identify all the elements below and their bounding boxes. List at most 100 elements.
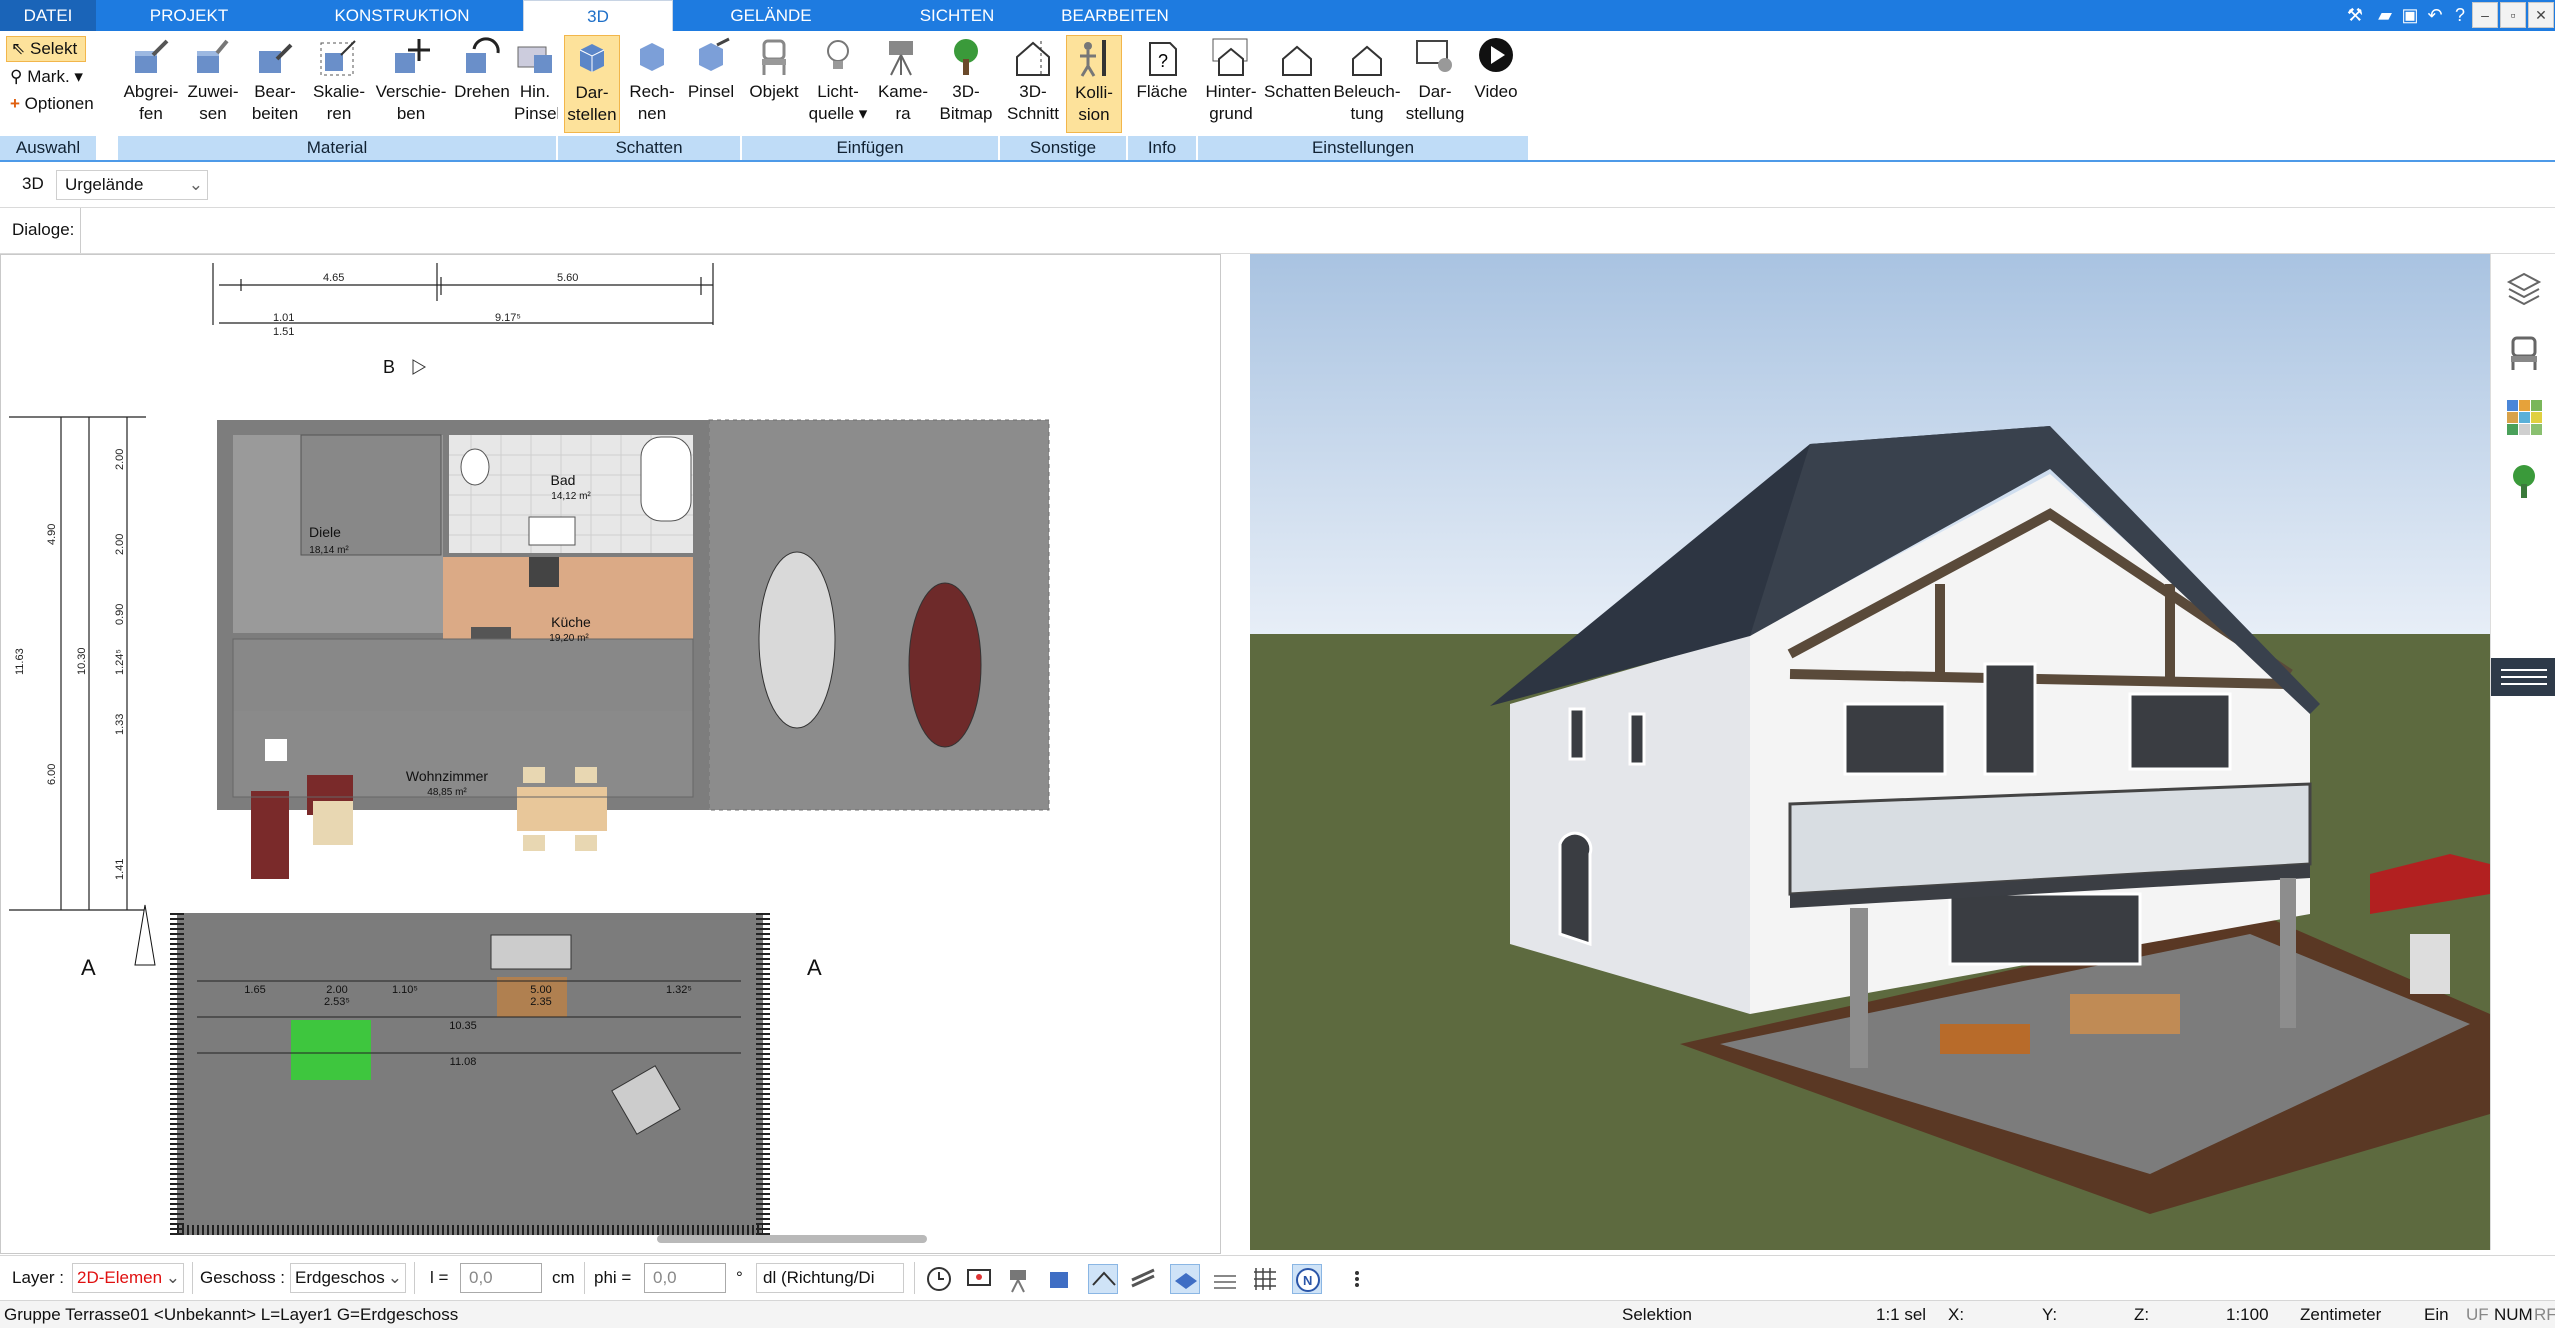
select-label: Selekt bbox=[29, 39, 78, 58]
dim-top-3: 9.17⁵ bbox=[495, 312, 521, 324]
divider bbox=[192, 1262, 193, 1294]
svg-text:N: N bbox=[1303, 1273, 1312, 1288]
wall-view-icon[interactable] bbox=[1088, 1264, 1118, 1294]
status-mode: Selektion bbox=[1622, 1305, 1692, 1324]
area-button[interactable]: ? Fläche bbox=[1132, 35, 1192, 133]
select-button[interactable]: ⇖ Selekt bbox=[6, 36, 86, 62]
play-icon bbox=[1479, 38, 1513, 72]
monitor-icon[interactable] bbox=[964, 1264, 994, 1294]
phi-input[interactable]: 0,0 bbox=[644, 1263, 726, 1293]
options-button[interactable]: + Optionen bbox=[10, 94, 94, 114]
chevron-down-icon: ⌄ bbox=[188, 175, 203, 194]
chevron-down-icon: ⌄ bbox=[387, 1268, 402, 1287]
minimize-button[interactable]: – bbox=[2472, 2, 2498, 28]
tab-gelaende[interactable]: GELÄNDE bbox=[673, 0, 869, 31]
undo-icon[interactable]: ↶ bbox=[2423, 3, 2447, 27]
material-assign-label: Zuwei- sen bbox=[187, 82, 239, 123]
panel-menu-button[interactable] bbox=[2491, 658, 2555, 696]
garden-table bbox=[1940, 1024, 2030, 1054]
tools-icon[interactable]: ⚒ bbox=[2343, 3, 2367, 27]
tab-sichten[interactable]: SICHTEN bbox=[869, 0, 1045, 31]
texture-icon[interactable] bbox=[1210, 1264, 1240, 1294]
hatching-icon[interactable] bbox=[1128, 1264, 1158, 1294]
dialogs-label: Dialoge: bbox=[12, 220, 75, 239]
section-mark-b[interactable]: B bbox=[383, 357, 395, 377]
section-b-arrow-icon bbox=[412, 359, 426, 375]
collision-button[interactable]: Kolli- sion bbox=[1066, 35, 1122, 133]
dim-terrace-5: 5.00 bbox=[530, 984, 551, 996]
ribbon-tab-bar: DATEI PROJEKT KONSTRUKTION 3D GELÄNDE SI… bbox=[0, 0, 2555, 31]
section-3d-button[interactable]: 3D- Schnitt bbox=[1004, 35, 1062, 133]
options-label: Optionen bbox=[24, 94, 94, 113]
section-mark-a-left[interactable]: A bbox=[81, 955, 96, 980]
cursor-icon: ⇖ bbox=[11, 39, 26, 58]
section-mark-a-right[interactable]: A bbox=[807, 955, 822, 980]
mark-icon: ⚲ bbox=[10, 67, 23, 86]
restore-button[interactable]: ▫ bbox=[2500, 2, 2526, 28]
clock-icon[interactable] bbox=[924, 1264, 954, 1294]
material-edit-button[interactable]: Bear- beiten bbox=[246, 35, 304, 133]
terrace[interactable] bbox=[177, 913, 763, 1235]
close-button[interactable]: ✕ bbox=[2528, 2, 2554, 28]
column-1 bbox=[1850, 908, 1868, 1068]
length-input[interactable]: 0,0 bbox=[460, 1263, 542, 1293]
car-white bbox=[758, 551, 836, 729]
north-icon[interactable]: N bbox=[1292, 1264, 1322, 1294]
mark-button[interactable]: ⚲ Mark. ▾ bbox=[10, 67, 83, 87]
room-wohnzimmer[interactable] bbox=[233, 711, 693, 797]
shadow-settings-button[interactable]: Schatten bbox=[1264, 35, 1331, 133]
more-options-icon[interactable] bbox=[1342, 1264, 1372, 1294]
video-button[interactable]: Video bbox=[1468, 35, 1524, 133]
tab-3d[interactable]: 3D bbox=[523, 0, 673, 31]
background-button[interactable]: Hinter- grund bbox=[1200, 35, 1262, 133]
furniture-icon[interactable] bbox=[2505, 334, 2543, 372]
hint-brush-label: Hin. Pinsel bbox=[514, 82, 561, 123]
material-assign-button[interactable]: Zuwei- sen bbox=[184, 35, 242, 133]
dim-terrace-3: 2.53⁵ bbox=[324, 996, 350, 1008]
insert-camera-button[interactable]: Kame- ra bbox=[874, 35, 932, 133]
plan-hscrollbar[interactable] bbox=[657, 1235, 927, 1243]
material-move-button[interactable]: Verschie- ben bbox=[374, 35, 448, 133]
floor-plan-view[interactable]: 4.65 5.60 9.17⁵ 1.01 1.51 B 4.90 10.30 1… bbox=[0, 254, 1221, 1254]
material-pick-button[interactable]: Abgrei- fen bbox=[122, 35, 180, 133]
plants-tree-icon[interactable] bbox=[2505, 462, 2543, 500]
dim-terrace-4: 1.10⁵ bbox=[392, 984, 418, 996]
display-button[interactable]: Dar- stellung bbox=[1404, 35, 1466, 133]
floor-dropdown[interactable]: Erdgeschos ⌄ bbox=[290, 1263, 406, 1293]
view-mode-label: 3D bbox=[22, 174, 44, 193]
dim-terrace-9: 11.08 bbox=[450, 1056, 477, 1068]
dim-top-2: 5.60 bbox=[557, 272, 578, 284]
floor-label: Geschoss : bbox=[200, 1268, 286, 1287]
tab-file[interactable]: DATEI bbox=[0, 0, 96, 31]
hint-brush-button[interactable]: Hin. Pinsel bbox=[514, 35, 560, 133]
layer-dropdown[interactable]: 2D-Elemen ⌄ bbox=[72, 1263, 184, 1293]
shadow-brush-button[interactable]: Pinsel bbox=[684, 35, 738, 133]
direction-dropdown[interactable]: dl (Richtung/Di bbox=[756, 1263, 904, 1293]
tab-konstruktion[interactable]: KONSTRUKTION bbox=[282, 0, 522, 31]
surface-icon[interactable] bbox=[1170, 1264, 1200, 1294]
folder-icon[interactable]: ▰ bbox=[2373, 3, 2397, 27]
save-icon[interactable]: ▣ bbox=[2398, 3, 2422, 27]
shadow-calc-button[interactable]: Rech- nen bbox=[624, 35, 680, 133]
insert-object-button[interactable]: Objekt bbox=[746, 35, 802, 133]
help-icon[interactable]: ? bbox=[2448, 3, 2472, 27]
3d-view[interactable] bbox=[1250, 254, 2490, 1250]
insert-3dbitmap-button[interactable]: 3D- Bitmap bbox=[936, 35, 996, 133]
coffee-table bbox=[313, 801, 353, 845]
tab-bearbeiten[interactable]: BEARBEITEN bbox=[1045, 0, 1185, 31]
terrain-dropdown[interactable]: Urgelände ⌄ bbox=[56, 170, 208, 200]
object-icon[interactable] bbox=[1044, 1264, 1074, 1294]
insert-light-button[interactable]: Licht- quelle ▾ bbox=[806, 35, 870, 133]
tab-projekt[interactable]: PROJEKT bbox=[96, 0, 282, 31]
materials-palette-icon[interactable] bbox=[2505, 398, 2543, 436]
dropdown-arrow-icon[interactable]: ▾ bbox=[859, 104, 868, 123]
area-label: Fläche bbox=[1136, 82, 1188, 101]
shadow-show-button[interactable]: Dar- stellen bbox=[564, 35, 620, 133]
camera-icon[interactable] bbox=[1004, 1264, 1034, 1294]
phi-label: phi = bbox=[594, 1268, 632, 1287]
layers-icon[interactable] bbox=[2505, 270, 2543, 308]
grid-icon[interactable] bbox=[1250, 1264, 1280, 1294]
material-scale-button[interactable]: Skalie- ren bbox=[308, 35, 370, 133]
material-rotate-button[interactable]: Drehen bbox=[452, 35, 512, 133]
lighting-button[interactable]: Beleuch- tung bbox=[1332, 35, 1402, 133]
